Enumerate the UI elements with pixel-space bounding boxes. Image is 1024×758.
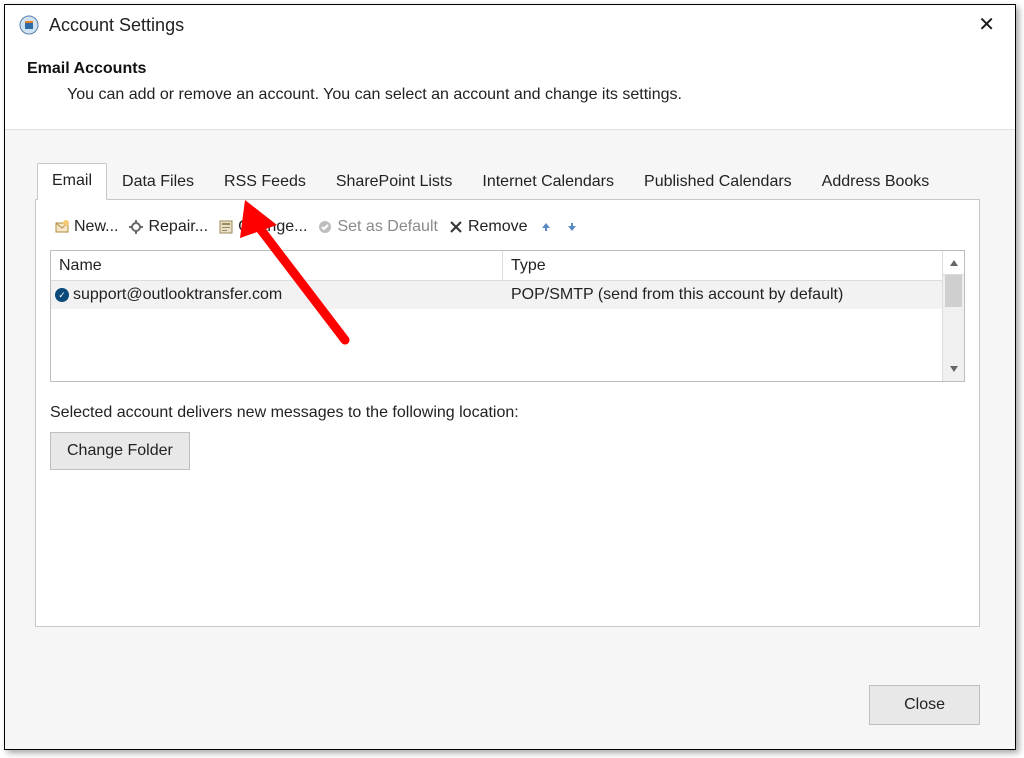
titlebar: Account Settings ✕	[5, 5, 1015, 45]
set-default-label: Set as Default	[337, 218, 438, 236]
toolbar: New... Repair... Change...	[50, 218, 965, 250]
tab-email[interactable]: Email	[37, 163, 107, 200]
change-folder-button[interactable]: Change Folder	[50, 432, 190, 470]
tab-published-calendars[interactable]: Published Calendars	[629, 164, 807, 200]
account-settings-window: Account Settings ✕ Email Accounts You ca…	[4, 4, 1016, 750]
tab-data-files[interactable]: Data Files	[107, 164, 209, 200]
move-down-button[interactable]	[564, 219, 580, 235]
arrow-down-icon	[564, 219, 580, 235]
repair-icon	[128, 219, 144, 235]
remove-label: Remove	[468, 218, 528, 236]
new-icon	[54, 219, 70, 235]
default-account-icon	[55, 288, 69, 302]
change-button[interactable]: Change...	[218, 218, 307, 236]
account-name: support@outlooktransfer.com	[73, 286, 282, 304]
scroll-track[interactable]	[943, 275, 964, 357]
scroll-up-icon[interactable]	[943, 251, 964, 275]
close-icon[interactable]: ✕	[972, 11, 1001, 39]
account-type: POP/SMTP (send from this account by defa…	[503, 286, 942, 304]
repair-label: Repair...	[148, 218, 208, 236]
tab-internet-calendars[interactable]: Internet Calendars	[467, 164, 629, 200]
new-button[interactable]: New...	[54, 218, 118, 236]
header-subtext: You can add or remove an account. You ca…	[27, 86, 997, 104]
remove-icon	[448, 219, 464, 235]
column-type[interactable]: Type	[503, 251, 964, 281]
arrow-up-icon	[538, 219, 554, 235]
set-default-icon	[317, 219, 333, 235]
tab-sharepoint-lists[interactable]: SharePoint Lists	[321, 164, 468, 200]
header-area: Email Accounts You can add or remove an …	[5, 45, 1015, 129]
scroll-thumb[interactable]	[945, 275, 962, 307]
tab-panel-email: New... Repair... Change...	[35, 199, 980, 627]
repair-button[interactable]: Repair...	[128, 218, 208, 236]
move-up-button[interactable]	[538, 219, 554, 235]
remove-button[interactable]: Remove	[448, 218, 528, 236]
change-label: Change...	[238, 218, 307, 236]
list-header: Name Type	[51, 251, 964, 281]
window-title: Account Settings	[49, 15, 184, 36]
scroll-down-icon[interactable]	[943, 357, 964, 381]
list-scrollbar[interactable]	[942, 251, 964, 381]
deliver-location-text: Selected account delivers new messages t…	[50, 404, 965, 422]
account-list: Name Type support@outlooktransfer.com PO…	[50, 250, 965, 382]
close-button[interactable]: Close	[869, 685, 980, 725]
set-default-button[interactable]: Set as Default	[317, 218, 438, 236]
tab-address-books[interactable]: Address Books	[807, 164, 945, 200]
account-row[interactable]: support@outlooktransfer.com POP/SMTP (se…	[51, 281, 942, 309]
tab-strip: Email Data Files RSS Feeds SharePoint Li…	[35, 162, 980, 199]
change-icon	[218, 219, 234, 235]
app-icon	[19, 15, 39, 35]
new-label: New...	[74, 218, 118, 236]
body-area: Email Data Files RSS Feeds SharePoint Li…	[5, 130, 1015, 749]
column-name[interactable]: Name	[51, 251, 503, 281]
tab-rss-feeds[interactable]: RSS Feeds	[209, 164, 321, 200]
header-heading: Email Accounts	[27, 60, 997, 78]
